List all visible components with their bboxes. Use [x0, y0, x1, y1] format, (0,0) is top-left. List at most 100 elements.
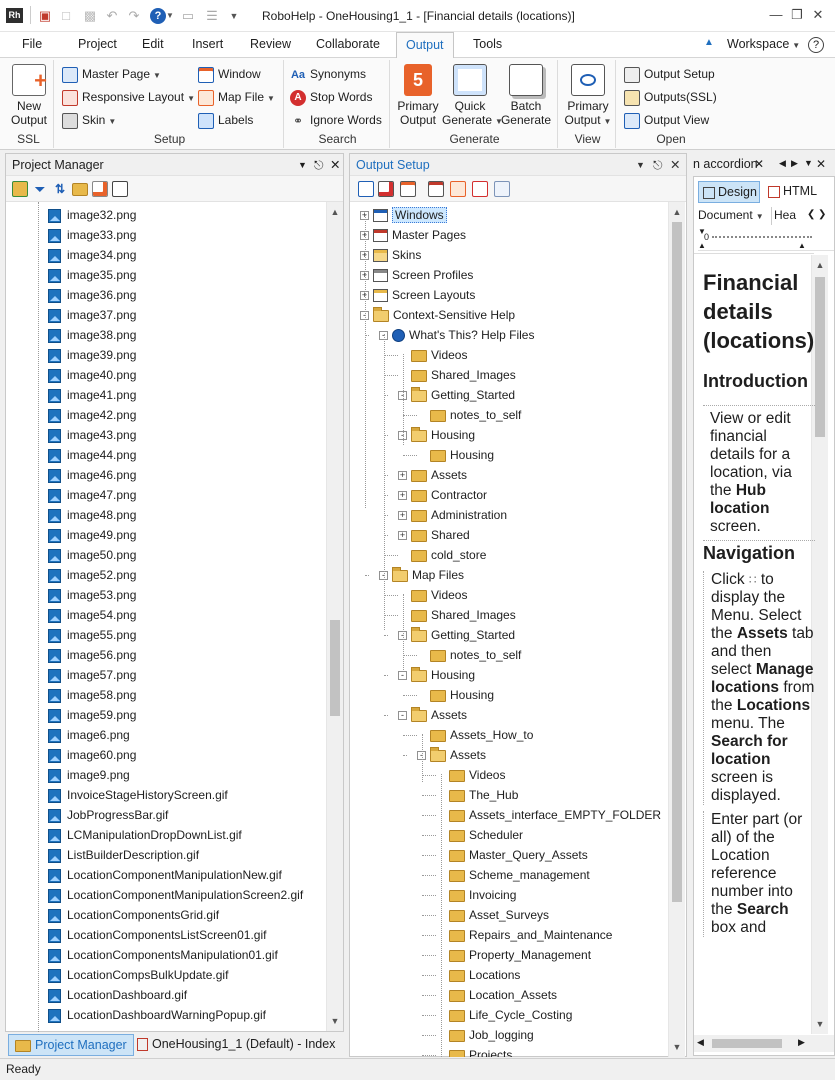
- tree-item[interactable]: notes_to_self: [417, 645, 521, 665]
- panel-menu-icon[interactable]: ▼: [298, 154, 307, 176]
- file-list-item[interactable]: image43.png: [48, 425, 136, 445]
- tree-item[interactable]: Shared_Images: [398, 605, 516, 625]
- file-list-item[interactable]: image42.png: [48, 405, 136, 425]
- checklist-icon[interactable]: ☰: [204, 8, 220, 24]
- file-list-item[interactable]: LocationComponentsManipulation01.gif: [48, 945, 278, 965]
- undo-icon[interactable]: ↶: [104, 8, 120, 24]
- collapse-ribbon-icon[interactable]: ▲: [704, 37, 714, 48]
- file-list-item[interactable]: ListBuilderDescription.gif: [48, 845, 199, 865]
- tree-item[interactable]: The_Hub: [436, 785, 518, 805]
- indent-marker-icon[interactable]: ▼: [698, 227, 706, 236]
- preview-icon[interactable]: ▭: [180, 8, 196, 24]
- project-manager-scrollbar[interactable]: ▲ ▼: [326, 202, 343, 1031]
- tree-item[interactable]: - Assets: [398, 705, 467, 725]
- file-list-item[interactable]: image56.png: [48, 645, 136, 665]
- toolbar-prev-icon[interactable]: ❮: [807, 209, 815, 220]
- file-list-item[interactable]: image40.png: [48, 365, 136, 385]
- style-select[interactable]: Document ▼: [698, 207, 764, 225]
- file-list-item[interactable]: image60.png: [48, 745, 136, 765]
- synonyms-button[interactable]: Aa Synonyms: [290, 64, 366, 84]
- tree-item[interactable]: - Context-Sensitive Help: [360, 305, 515, 325]
- redo-icon[interactable]: ↷: [126, 8, 142, 24]
- tab-review[interactable]: Review: [250, 37, 291, 51]
- tree-item[interactable]: + Screen Profiles: [360, 265, 473, 285]
- quick-generate-button[interactable]: Quick Generate ▼: [442, 64, 503, 129]
- indent-marker-bottom-icon[interactable]: ▲: [698, 241, 706, 250]
- tree-item[interactable]: - Getting_Started: [398, 385, 515, 405]
- pin-icon[interactable]: ⎋: [653, 154, 663, 176]
- scroll-down-icon[interactable]: ▼: [669, 1039, 685, 1055]
- file-list-item[interactable]: LocationComponentManipulationScreen2.gif: [48, 885, 303, 905]
- tree-item[interactable]: Locations: [436, 965, 520, 985]
- tree-item[interactable]: + Master Pages: [360, 225, 466, 245]
- tree-item[interactable]: + Shared: [398, 525, 470, 545]
- tree-item[interactable]: Asset_Surveys: [436, 905, 549, 925]
- scroll-thumb[interactable]: [672, 222, 682, 902]
- batch-generate-button[interactable]: Batch Generate: [500, 64, 552, 127]
- restore-icon[interactable]: ❐: [787, 6, 807, 24]
- collapse-icon[interactable]: -: [398, 711, 407, 721]
- scroll-up-icon[interactable]: ▲: [669, 204, 685, 220]
- tree-item[interactable]: - Housing: [398, 665, 475, 685]
- tree-item[interactable]: + Windows: [360, 205, 447, 225]
- tree-item[interactable]: - Assets: [417, 745, 486, 765]
- tab-output[interactable]: Output: [396, 32, 454, 59]
- editor-hscrollbar[interactable]: ◀ ▶: [694, 1035, 834, 1052]
- file-list-item[interactable]: image39.png: [48, 345, 136, 365]
- new-topic-icon[interactable]: [92, 181, 108, 197]
- master-page-button[interactable]: Master Page ▼: [62, 64, 161, 84]
- tree-item[interactable]: + Skins: [360, 245, 421, 265]
- tree-item[interactable]: Videos: [436, 765, 505, 785]
- tree-item[interactable]: - What's This? Help Files: [379, 325, 534, 345]
- expand-icon[interactable]: +: [398, 471, 407, 481]
- tree-item[interactable]: Housing: [417, 685, 494, 705]
- tab-prev-icon[interactable]: ◀: [779, 158, 786, 169]
- minimize-icon[interactable]: —: [766, 6, 786, 24]
- expand-icon[interactable]: +: [398, 531, 407, 541]
- file-list-item[interactable]: image33.png: [48, 225, 136, 245]
- tab-edit[interactable]: Edit: [142, 37, 164, 51]
- tree-item[interactable]: - Map Files: [379, 565, 464, 585]
- file-list-item[interactable]: image52.png: [48, 565, 136, 585]
- tree-item[interactable]: + Assets: [398, 465, 467, 485]
- properties-icon[interactable]: [112, 181, 128, 197]
- file-list-item[interactable]: JobProgressBar.gif: [48, 805, 168, 825]
- file-list-item[interactable]: image37.png: [48, 305, 136, 325]
- file-list-item[interactable]: image35.png: [48, 265, 136, 285]
- close-panel-icon[interactable]: ✕: [670, 154, 680, 176]
- heading-select[interactable]: Hea: [771, 207, 805, 225]
- scroll-down-icon[interactable]: ▼: [327, 1013, 343, 1029]
- scroll-thumb[interactable]: [815, 277, 825, 437]
- scroll-right-icon[interactable]: ▶: [798, 1037, 805, 1048]
- file-list-item[interactable]: image48.png: [48, 505, 136, 525]
- outputs-ssl-button[interactable]: Outputs(SSL): [624, 87, 717, 107]
- output-setup-button[interactable]: Output Setup: [624, 64, 715, 84]
- tab-list-icon[interactable]: ▼: [804, 158, 813, 168]
- tree-item[interactable]: cold_store: [398, 545, 486, 565]
- tree-item[interactable]: Property_Management: [436, 945, 591, 965]
- file-list-item[interactable]: LocationComponentManipulationNew.gif: [48, 865, 282, 885]
- help-dropdown-icon[interactable]: ▼: [166, 8, 174, 24]
- tree-item[interactable]: Invoicing: [436, 885, 516, 905]
- design-view-button[interactable]: Design: [698, 181, 760, 203]
- responsive-layout-button[interactable]: Responsive Layout ▼: [62, 87, 195, 107]
- tree-item[interactable]: Scheduler: [436, 825, 523, 845]
- tree-item[interactable]: Shared_Images: [398, 365, 516, 385]
- tree-item[interactable]: notes_to_self: [417, 405, 521, 425]
- panel-menu-icon[interactable]: ▼: [636, 154, 645, 176]
- tab-index[interactable]: OneHousing1_1 (Default) - Index: [131, 1034, 341, 1056]
- right-indent-marker-icon[interactable]: ▲: [798, 241, 806, 250]
- file-list-item[interactable]: image44.png: [48, 445, 136, 465]
- file-list-item[interactable]: image55.png: [48, 625, 136, 645]
- tree-item[interactable]: + Administration: [398, 505, 507, 525]
- file-list-item[interactable]: InvoiceStageHistoryScreen.gif: [48, 785, 228, 805]
- tree-item[interactable]: Videos: [398, 585, 467, 605]
- labels-button[interactable]: Labels: [198, 110, 253, 130]
- file-list-item[interactable]: image34.png: [48, 245, 136, 265]
- close-editor-icon[interactable]: ✕: [816, 157, 826, 171]
- tree-item[interactable]: Assets_interface_EMPTY_FOLDER: [436, 805, 661, 825]
- file-list-item[interactable]: image6.png: [48, 725, 130, 745]
- new-folder-icon[interactable]: [72, 183, 88, 196]
- view-primary-output-button[interactable]: Primary Output ▼: [562, 64, 614, 129]
- close-panel-icon[interactable]: ✕: [330, 154, 340, 176]
